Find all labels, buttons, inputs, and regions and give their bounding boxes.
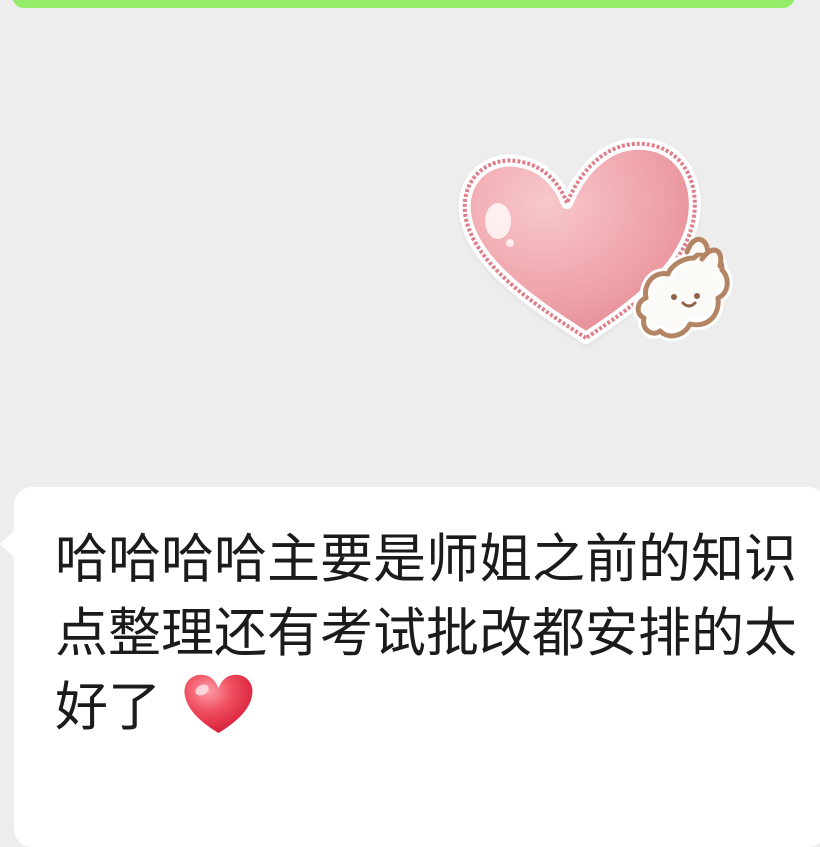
- previous-outgoing-message-bubble[interactable]: [12, 0, 795, 8]
- message-text: 哈哈哈哈主要是师姐之前的知识点整理还有考试批改都安排的太好了: [55, 529, 797, 738]
- message-text-container: 哈哈哈哈主要是师姐之前的知识点整理还有考试批改都安排的太好了: [55, 523, 815, 745]
- chat-area: 哈哈哈哈主要是师姐之前的知识点整理还有考试批改都安排的太好了: [0, 0, 820, 847]
- red-heart-icon: [184, 674, 253, 733]
- heart-sticker[interactable]: [436, 120, 756, 370]
- incoming-bubble-tail: [0, 527, 18, 561]
